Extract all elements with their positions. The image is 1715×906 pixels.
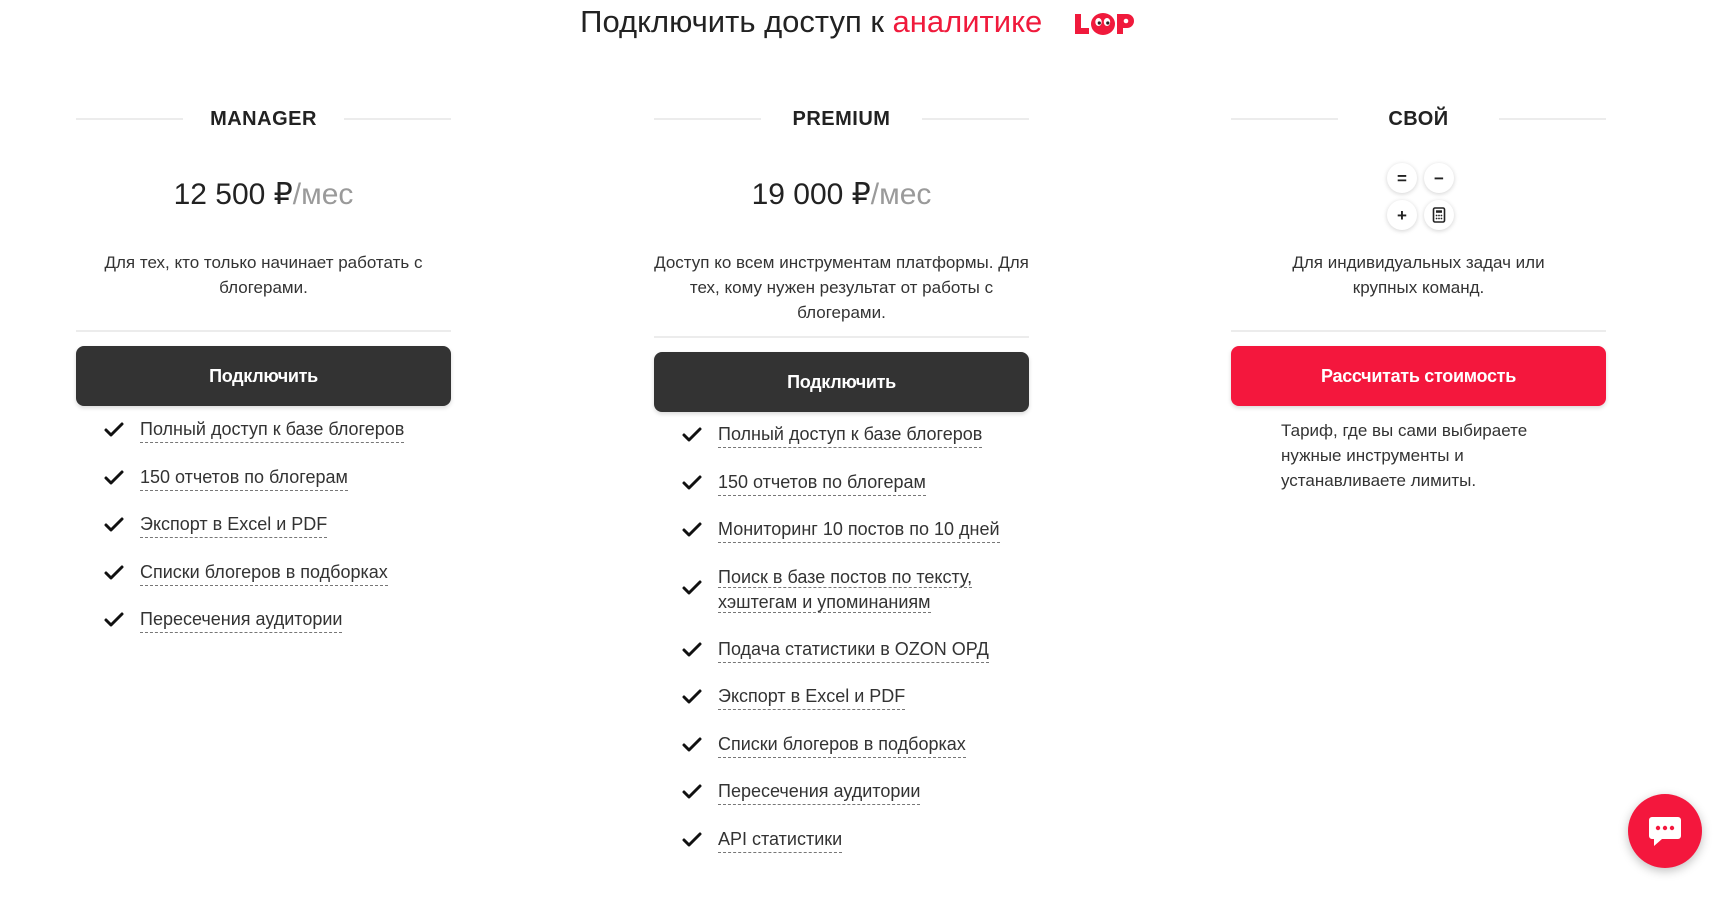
check-icon (682, 832, 702, 846)
plan-description: Доступ ко всем инструментам платформы. Д… (654, 250, 1029, 325)
price-amount: 12 500 ₽ (173, 178, 293, 211)
feature-link[interactable]: Экспорт в Excel и PDF (140, 512, 328, 538)
page-title: Подключить доступ к аналитике (0, 2, 1715, 42)
check-icon (682, 475, 702, 489)
feature-link[interactable]: Пересечения аудитории (140, 607, 343, 633)
chat-bubble-icon (1649, 817, 1681, 846)
price-period: /мес (292, 178, 354, 211)
price-amount: 19 000 ₽ (751, 178, 871, 211)
divider (344, 118, 451, 120)
chat-button[interactable] (1628, 794, 1702, 868)
feature-item: Мониторинг 10 постов по 10 дней (681, 517, 1008, 565)
feature-item: 150 отчетов по блогерам (103, 465, 404, 513)
check-icon (682, 580, 702, 594)
plan-description: Для индивидуальных задач или крупных ком… (1231, 250, 1606, 300)
feature-item: 150 отчетов по блогерам (681, 470, 1008, 518)
plan-price: 12 500 ₽/мес (76, 175, 451, 215)
plan-description-text: Для индивидуальных задач или крупных ком… (1292, 253, 1545, 297)
title-accent: аналитике (892, 4, 1043, 39)
title-prefix: Подключить доступ к (580, 4, 884, 39)
divider (1499, 118, 1606, 120)
feature-item: Полный доступ к базе блогеров (103, 417, 405, 465)
plan-description: Для тех, кто только начинает работать с … (76, 250, 451, 300)
feature-item: Поиск в базе постов по тексту, хэштегам … (681, 565, 1008, 637)
feature-item: Пересечения аудитории (103, 607, 404, 655)
check-icon (682, 642, 702, 656)
lup-logo (1073, 8, 1135, 48)
separator (76, 330, 451, 332)
plus-key-icon: + (1387, 200, 1417, 230)
calculator-icon (1424, 200, 1454, 230)
feature-list: Полный доступ к базе блогеров 150 отчето… (103, 417, 405, 655)
minus-key-icon: − (1424, 163, 1454, 193)
feature-link[interactable]: Подача статистики в OZON ОРД (718, 637, 989, 663)
plan-description-text: Доступ ко всем инструментам платформы. Д… (654, 253, 1029, 322)
feature-link[interactable]: Мониторинг 10 постов по 10 дней (718, 517, 1000, 543)
feature-item: Списки блогеров в подборках (103, 560, 404, 608)
check-icon (682, 737, 702, 751)
check-icon (104, 612, 124, 627)
feature-list: Полный доступ к базе блогеров 150 отчето… (681, 422, 1008, 874)
plan-header: СВОЙ (1231, 104, 1606, 134)
custom-plan-note: Тариф, где вы сами выбираете нужные инст… (1281, 421, 1528, 490)
separator (654, 336, 1029, 338)
equals-key-icon: = (1387, 163, 1417, 193)
divider (922, 118, 1029, 120)
feature-link[interactable]: Пересечения аудитории (718, 779, 921, 805)
separator (1231, 330, 1606, 332)
check-icon (682, 522, 702, 537)
check-icon (104, 517, 124, 532)
feature-link[interactable]: 150 отчетов по блогерам (140, 465, 348, 491)
feature-item: Подача статистики в OZON ОРД (681, 637, 1008, 685)
feature-link[interactable]: Полный доступ к базе блогеров (718, 422, 983, 448)
plan-price: 19 000 ₽/мес (654, 175, 1029, 215)
calculate-price-button[interactable]: Рассчитать стоимость (1231, 346, 1606, 406)
check-icon (682, 784, 702, 799)
check-icon (682, 689, 702, 704)
calculator-illustration: = − + (1387, 163, 1459, 235)
feature-link[interactable]: Экспорт в Excel и PDF (718, 684, 906, 710)
plan-header: PREMIUM (654, 104, 1029, 134)
connect-manager-button[interactable]: Подключить (76, 346, 451, 406)
feature-link[interactable]: API статистики (718, 827, 843, 853)
plan-description-text: Для тех, кто только начинает работать с … (104, 253, 423, 297)
feature-item: Пересечения аудитории (681, 779, 1008, 827)
feature-item: Экспорт в Excel и PDF (103, 512, 404, 560)
connect-premium-button[interactable]: Подключить (654, 352, 1029, 412)
feature-link[interactable]: Списки блогеров в подборках (718, 732, 966, 758)
check-icon (682, 427, 702, 442)
feature-item: Полный доступ к базе блогеров (681, 422, 1008, 470)
feature-item: Списки блогеров в подборках (681, 732, 1008, 780)
feature-item: API статистики (681, 827, 1008, 875)
plan-header: MANAGER (76, 104, 451, 134)
price-period: /мес (870, 178, 932, 211)
check-icon (104, 565, 124, 579)
feature-link[interactable]: Полный доступ к базе блогеров (140, 417, 405, 443)
feature-link[interactable]: 150 отчетов по блогерам (718, 470, 926, 496)
feature-link[interactable]: Поиск в базе постов по тексту, хэштегам … (718, 566, 973, 613)
check-icon (104, 422, 124, 437)
feature-link[interactable]: Списки блогеров в подборках (140, 560, 388, 586)
check-icon (104, 470, 124, 484)
feature-item: Экспорт в Excel и PDF (681, 684, 1008, 732)
